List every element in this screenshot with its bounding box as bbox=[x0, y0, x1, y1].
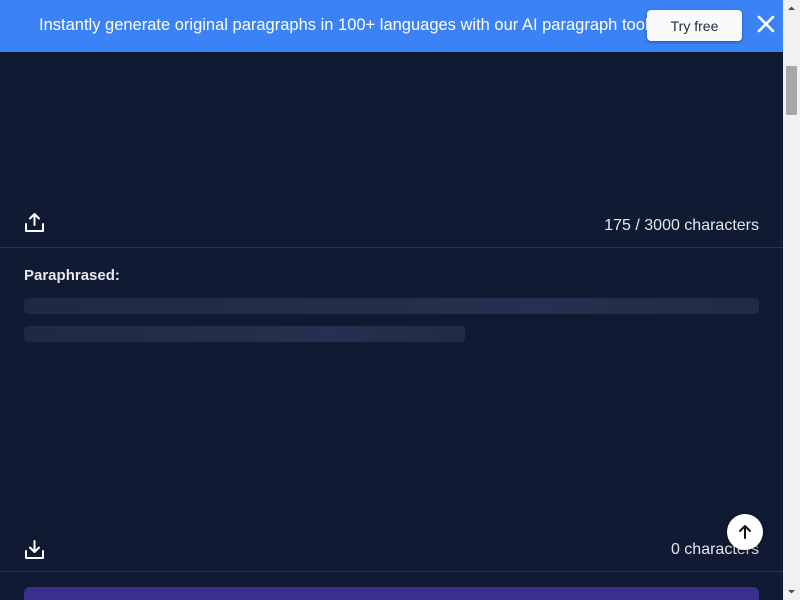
page: Instantly generate original paragraphs i… bbox=[0, 0, 800, 600]
divider bbox=[0, 247, 783, 248]
scrollbar-thumb[interactable] bbox=[786, 66, 797, 115]
close-icon[interactable] bbox=[754, 12, 778, 36]
paraphraser-panel: 175 / 3000 characters Paraphrased: 0 cha… bbox=[0, 52, 783, 600]
scroll-to-top-button[interactable] bbox=[727, 514, 763, 550]
divider bbox=[0, 571, 783, 572]
upload-icon[interactable] bbox=[24, 212, 45, 233]
arrow-up-icon bbox=[739, 525, 751, 539]
try-free-button[interactable]: Try free bbox=[647, 10, 742, 41]
scroll-up-arrow-icon[interactable] bbox=[783, 0, 800, 17]
promo-banner: Instantly generate original paragraphs i… bbox=[0, 0, 783, 52]
loading-skeleton-line bbox=[24, 326, 465, 342]
loading-skeleton-line bbox=[24, 298, 759, 314]
vertical-scrollbar[interactable] bbox=[783, 0, 800, 600]
download-icon[interactable] bbox=[24, 539, 45, 560]
paraphrase-action-button[interactable] bbox=[24, 587, 759, 600]
banner-text: Instantly generate original paragraphs i… bbox=[39, 16, 649, 34]
scroll-down-arrow-icon[interactable] bbox=[783, 583, 800, 600]
paraphrased-label: Paraphrased: bbox=[24, 267, 120, 284]
input-character-count: 175 / 3000 characters bbox=[604, 217, 759, 234]
